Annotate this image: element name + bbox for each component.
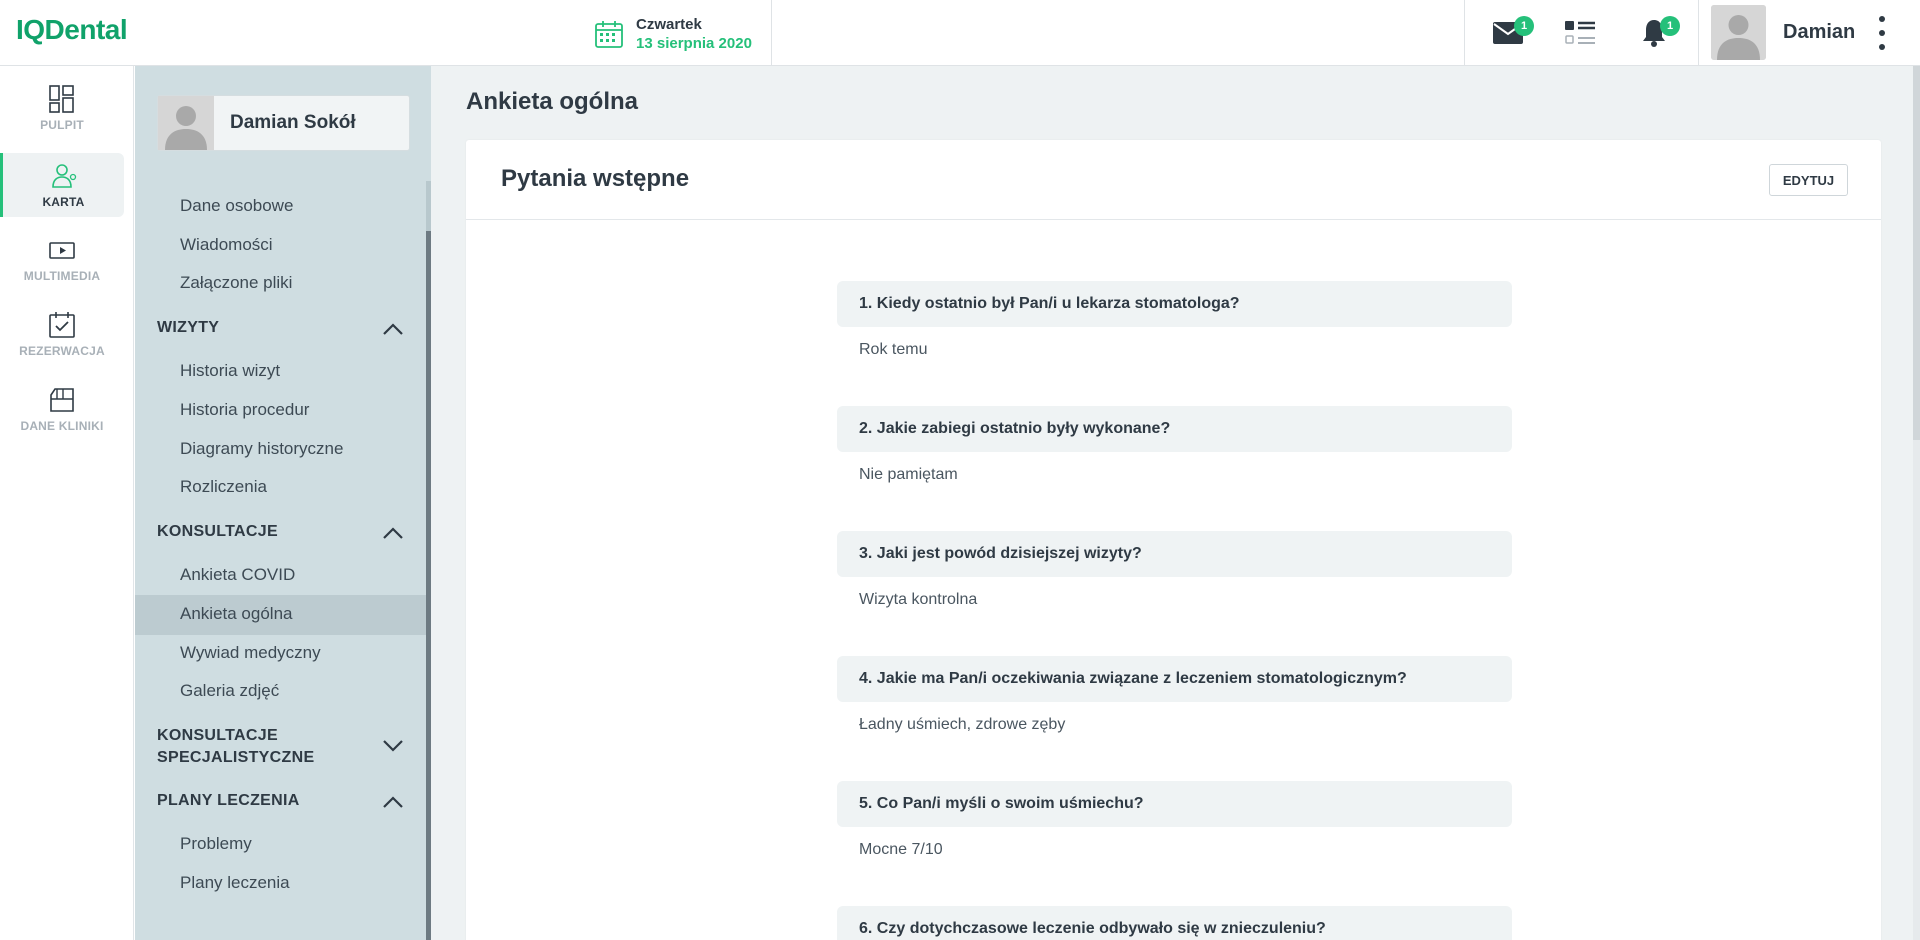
list-icon bbox=[1565, 21, 1595, 44]
patient-profile-card[interactable]: Damian Sokół bbox=[157, 95, 410, 151]
section-title-line: KONSULTACJE bbox=[157, 727, 278, 744]
icon-rail: PULPIT KARTA MULTIMEDIA REZERWACJA DANE … bbox=[0, 66, 134, 940]
sidebar-section-konsultacje-specjalistyczne[interactable]: KONSULTACJE SPECJALISTYCZNE bbox=[157, 725, 314, 769]
sidebar-link-plany-leczenia[interactable]: Plany leczenia bbox=[180, 873, 290, 893]
answer-text: Ładny uśmiech, zdrowe zęby bbox=[859, 716, 1066, 733]
kebab-dot bbox=[1879, 44, 1885, 50]
page-title: Ankieta ogólna bbox=[466, 88, 639, 115]
rail-item-karta[interactable]: KARTA bbox=[0, 153, 124, 217]
chevron-up-icon[interactable] bbox=[382, 526, 404, 540]
multimedia-icon bbox=[49, 242, 75, 259]
chevron-down-icon[interactable] bbox=[382, 739, 404, 753]
sidebar-link-problemy[interactable]: Problemy bbox=[180, 834, 252, 854]
question-block: 5. Co Pan/i myśli o swoim uśmiechu? Mocn… bbox=[837, 781, 1512, 859]
survey-card: Pytania wstępne EDYTUJ 1. Kiedy ostatnio… bbox=[466, 140, 1881, 940]
question-text: 6. Czy dotychczasowe leczenie odbywało s… bbox=[837, 906, 1512, 940]
user-silhouette-icon bbox=[158, 96, 214, 150]
sidebar-link-ankieta-covid[interactable]: Ankieta COVID bbox=[180, 565, 295, 585]
rail-item-dane-kliniki[interactable]: DANE KLINIKI bbox=[0, 377, 124, 441]
header-divider bbox=[1464, 0, 1465, 66]
sidebar-link-dane-osobowe[interactable]: Dane osobowe bbox=[180, 196, 293, 216]
sidebar-link-historia-wizyt[interactable]: Historia wizyt bbox=[180, 361, 280, 381]
question-text: 1. Kiedy ostatnio był Pan/i u lekarza st… bbox=[837, 281, 1512, 327]
sidebar-link-wywiad-medyczny[interactable]: Wywiad medyczny bbox=[180, 643, 321, 663]
question-text: 4. Jakie ma Pan/i oczekiwania związane z… bbox=[837, 656, 1512, 702]
patient-card-icon bbox=[51, 164, 76, 188]
answer-text: Nie pamiętam bbox=[859, 466, 958, 483]
rail-label: PULPIT bbox=[40, 118, 84, 132]
rail-label: DANE KLINIKI bbox=[20, 419, 104, 433]
sidebar-link-rozliczenia[interactable]: Rozliczenia bbox=[180, 477, 267, 497]
user-avatar[interactable] bbox=[1711, 5, 1766, 60]
rail-label: REZERWACJA bbox=[19, 344, 105, 358]
rail-item-rezerwacja[interactable]: REZERWACJA bbox=[0, 302, 124, 366]
kebab-dot bbox=[1879, 16, 1885, 22]
chevron-up-icon[interactable] bbox=[382, 795, 404, 809]
header-divider bbox=[771, 0, 772, 66]
top-bar: IQDental Czwartek 13 sierpnia 2020 1 1 D… bbox=[0, 0, 1920, 66]
rail-item-pulpit[interactable]: PULPIT bbox=[0, 76, 124, 140]
dashboard-icon bbox=[49, 85, 74, 113]
clinic-data-icon bbox=[50, 388, 74, 412]
calendar-icon bbox=[595, 21, 623, 48]
date-full: 13 sierpnia 2020 bbox=[636, 35, 752, 52]
sidebar-section-konsultacje[interactable]: KONSULTACJE bbox=[157, 521, 278, 543]
date-display: Czwartek 13 sierpnia 2020 bbox=[594, 14, 752, 54]
section-title-line: SPECJALISTYCZNE bbox=[157, 749, 315, 766]
more-options-button[interactable] bbox=[1872, 16, 1892, 50]
main-scrollbar-thumb[interactable] bbox=[1913, 66, 1920, 440]
date-day: Czwartek bbox=[636, 16, 702, 33]
card-title: Pytania wstępne bbox=[501, 165, 690, 192]
notifications-button[interactable]: 1 bbox=[1636, 16, 1680, 50]
user-name[interactable]: Damian bbox=[1783, 21, 1855, 44]
question-text: 3. Jaki jest powód dzisiejszej wizyty? bbox=[837, 531, 1512, 577]
sidebar-section-plany-leczenia[interactable]: PLANY LECZENIA bbox=[157, 790, 300, 812]
sidebar-link-galeria-zdjec[interactable]: Galeria zdjęć bbox=[180, 681, 279, 701]
notifications-badge: 1 bbox=[1660, 16, 1680, 36]
messages-button[interactable]: 1 bbox=[1490, 16, 1534, 50]
question-text: 2. Jakie zabiegi ostatnio były wykonane? bbox=[837, 406, 1512, 452]
app-logo[interactable]: IQDental bbox=[16, 14, 128, 46]
answer-text: Wizyta kontrolna bbox=[859, 591, 978, 608]
sidebar-link-diagramy-historyczne[interactable]: Diagramy historyczne bbox=[180, 439, 343, 459]
patient-sidebar: Damian Sokół Dane osobowe Wiadomości Zał… bbox=[135, 66, 431, 940]
tasks-list-button[interactable] bbox=[1562, 16, 1598, 50]
sidebar-link-ankieta-ogolna[interactable]: Ankieta ogólna bbox=[180, 604, 292, 624]
question-block: 1. Kiedy ostatnio był Pan/i u lekarza st… bbox=[837, 281, 1512, 359]
header-divider bbox=[1698, 0, 1699, 66]
patient-avatar bbox=[158, 96, 214, 150]
edit-button[interactable]: EDYTUJ bbox=[1769, 164, 1848, 196]
main-content: Ankieta ogólna Pytania wstępne EDYTUJ 1.… bbox=[431, 66, 1920, 940]
answer-text: Rok temu bbox=[859, 341, 928, 358]
card-header: Pytania wstępne EDYTUJ bbox=[466, 140, 1881, 220]
messages-badge: 1 bbox=[1514, 16, 1534, 36]
sidebar-link-wiadomosci[interactable]: Wiadomości bbox=[180, 235, 273, 255]
question-text: 5. Co Pan/i myśli o swoim uśmiechu? bbox=[837, 781, 1512, 827]
question-block: 6. Czy dotychczasowe leczenie odbywało s… bbox=[837, 906, 1512, 940]
rail-label: MULTIMEDIA bbox=[23, 269, 101, 283]
sidebar-link-zalaczone-pliki[interactable]: Załączone pliki bbox=[180, 273, 292, 293]
chevron-up-icon[interactable] bbox=[382, 322, 404, 336]
patient-name: Damian Sokół bbox=[230, 112, 356, 133]
question-block: 2. Jakie zabiegi ostatnio były wykonane?… bbox=[837, 406, 1512, 484]
kebab-dot bbox=[1879, 30, 1885, 36]
answer-text: Mocne 7/10 bbox=[859, 841, 943, 858]
rail-item-multimedia[interactable]: MULTIMEDIA bbox=[0, 227, 124, 291]
rail-label: KARTA bbox=[42, 195, 85, 209]
calendar-check-icon bbox=[49, 312, 75, 338]
question-block: 4. Jakie ma Pan/i oczekiwania związane z… bbox=[837, 656, 1512, 734]
question-block: 3. Jaki jest powód dzisiejszej wizyty? W… bbox=[837, 531, 1512, 609]
sidebar-link-historia-procedur[interactable]: Historia procedur bbox=[180, 400, 309, 420]
sidebar-section-wizyty[interactable]: WIZYTY bbox=[157, 317, 219, 339]
user-silhouette-icon bbox=[1711, 5, 1766, 60]
